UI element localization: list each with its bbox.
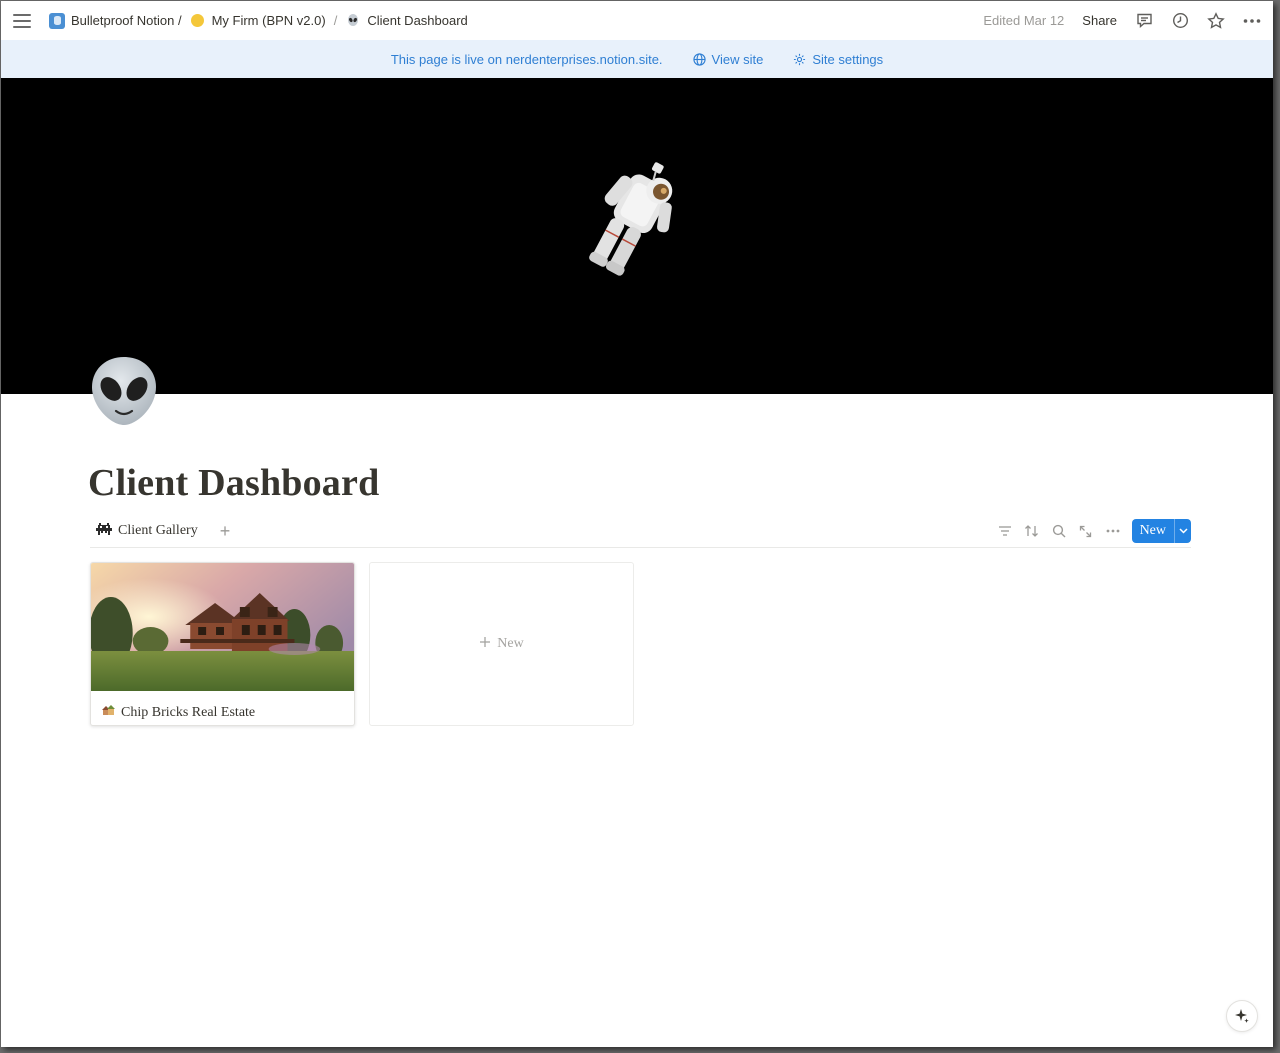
alien-icon bbox=[345, 13, 361, 29]
globe-icon bbox=[692, 52, 706, 66]
database-view-bar: Client Gallery + New bbox=[90, 515, 1191, 548]
gear-icon bbox=[794, 53, 806, 65]
sparkle-icon bbox=[1235, 1009, 1249, 1023]
site-settings-link[interactable]: Site settings bbox=[793, 52, 883, 67]
view-toolbar: New bbox=[997, 519, 1191, 543]
comments-icon[interactable] bbox=[1135, 12, 1153, 30]
breadcrumb-client-dashboard[interactable]: Client Dashboard bbox=[341, 11, 471, 31]
alien-page-icon[interactable] bbox=[87, 351, 161, 431]
page-title[interactable]: Client Dashboard bbox=[88, 461, 379, 505]
add-view-button[interactable]: + bbox=[220, 522, 231, 540]
sort-icon[interactable] bbox=[1024, 523, 1040, 539]
notion-window: Bulletproof Notion / My Firm (BPN v2.0) … bbox=[1, 1, 1273, 1047]
ai-assistant-button[interactable] bbox=[1226, 1000, 1258, 1032]
site-live-banner: This page is live on nerdenterprises.not… bbox=[1, 40, 1273, 78]
breadcrumb-my-firm[interactable]: My Firm (BPN v2.0) bbox=[186, 11, 330, 31]
breadcrumb-label: Client Dashboard bbox=[367, 13, 468, 28]
top-bar: Bulletproof Notion / My Firm (BPN v2.0) … bbox=[1, 1, 1273, 40]
view-site-link[interactable]: View site bbox=[692, 51, 764, 67]
favorite-star-icon[interactable] bbox=[1207, 11, 1225, 30]
view-site-label: View site bbox=[711, 51, 764, 67]
chevron-down-icon[interactable] bbox=[1174, 519, 1191, 543]
breadcrumb-separator: / bbox=[333, 13, 338, 28]
new-card-content: New bbox=[370, 563, 633, 725]
more-options-icon[interactable] bbox=[1105, 523, 1121, 539]
topbar-actions: Edited Mar 12 Share bbox=[983, 11, 1261, 30]
new-gallery-card[interactable]: New bbox=[369, 562, 634, 726]
share-button[interactable]: Share bbox=[1082, 13, 1117, 28]
new-card-label: New bbox=[497, 636, 524, 651]
view-tab-label: Client Gallery bbox=[118, 523, 198, 538]
astronaut-image bbox=[589, 162, 673, 276]
expand-icon[interactable] bbox=[1078, 523, 1094, 539]
space-invader-icon bbox=[96, 523, 112, 539]
more-options-icon[interactable] bbox=[1243, 12, 1261, 30]
banner-message: This page is live on nerdenterprises.not… bbox=[390, 51, 663, 67]
edited-timestamp: Edited Mar 12 bbox=[983, 13, 1065, 28]
new-button-label: New bbox=[1139, 523, 1166, 538]
filter-icon[interactable] bbox=[997, 523, 1013, 539]
card-title[interactable]: Chip Bricks Real Estate bbox=[91, 696, 354, 725]
menu-icon[interactable] bbox=[13, 12, 31, 30]
new-record-button[interactable]: New bbox=[1131, 519, 1191, 543]
site-settings-label: Site settings bbox=[812, 51, 884, 67]
search-icon[interactable] bbox=[1051, 523, 1067, 539]
card-title-text: Chip Bricks Real Estate bbox=[121, 704, 256, 720]
firm-emoji-icon bbox=[190, 13, 206, 29]
gallery-card[interactable]: Chip Bricks Real Estate bbox=[90, 562, 355, 726]
database-icon bbox=[49, 12, 65, 29]
view-tab-client-gallery[interactable]: Client Gallery bbox=[90, 515, 210, 547]
house-cover-image bbox=[91, 563, 354, 691]
breadcrumb-bulletproof-notion[interactable]: Bulletproof Notion / bbox=[45, 11, 186, 31]
history-clock-icon[interactable] bbox=[1171, 12, 1189, 30]
house-icon bbox=[101, 704, 115, 721]
breadcrumb-label: My Firm (BPN v2.0) bbox=[211, 13, 326, 28]
breadcrumb-label: Bulletproof Notion / bbox=[71, 13, 182, 28]
page-cover[interactable] bbox=[1, 78, 1273, 394]
plus-icon bbox=[479, 636, 491, 653]
